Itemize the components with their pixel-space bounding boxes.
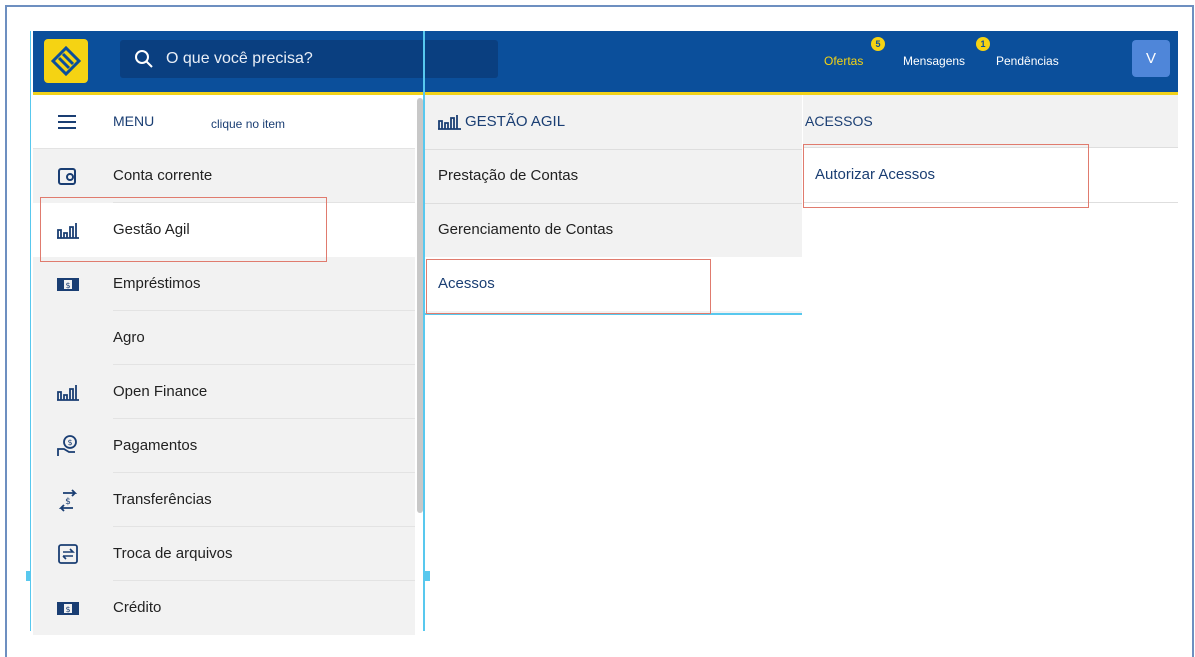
left-edge-line [30, 31, 31, 631]
avatar[interactable]: V [1132, 40, 1170, 77]
menu-item-label: Conta corrente [113, 167, 213, 184]
menu-item-label: Open Finance [113, 383, 208, 400]
highlight-box-acessos [426, 259, 711, 314]
menu-item-open-finance[interactable]: Open Finance [33, 365, 415, 419]
submenu-item-gerenciamento-de-contas[interactable]: Gerenciamento de Contas [425, 203, 802, 258]
nav-mensagens[interactable]: Mensagens [903, 54, 965, 68]
resize-handle[interactable] [425, 571, 430, 581]
nav-pendencias[interactable]: Pendências [996, 54, 1059, 68]
hand-coin-icon: $ [57, 435, 77, 456]
menu-item-agro[interactable]: Agro [33, 311, 415, 365]
search-field[interactable]: O que você precisa? [120, 40, 498, 78]
menu-item-pagamentos[interactable]: $ Pagamentos [33, 419, 415, 473]
money-icon: $ [57, 278, 79, 291]
svg-text:$: $ [65, 605, 70, 614]
menu-item-label: Agro [113, 329, 145, 346]
menu-item-transferencias[interactable]: $ Transferências [33, 473, 415, 527]
menu-item-emprestimos[interactable]: $ Empréstimos [33, 257, 415, 311]
transfer-icon: $ [58, 489, 78, 512]
bank-logo-icon[interactable] [44, 39, 88, 83]
search-icon [135, 50, 153, 68]
menu-item-label: Pagamentos [113, 437, 198, 454]
submenu-item-prestacao-de-contas[interactable]: Prestação de Contas [425, 149, 802, 204]
resize-handle[interactable] [26, 571, 31, 581]
ofertas-badge: 5 [871, 37, 885, 51]
bar-chart-icon [57, 385, 79, 401]
submenu-item-label: Gerenciamento de Contas [438, 221, 614, 238]
exchange-icon [58, 544, 78, 564]
menu-item-credito[interactable]: $ Crédito [33, 581, 415, 635]
highlight-box-autorizar-acessos [803, 144, 1089, 208]
search-placeholder: O que você precisa? [166, 50, 313, 67]
submenu-title: ACESSOS [805, 113, 873, 129]
menu-item-conta-corrente[interactable]: Conta corrente [33, 149, 415, 203]
pendencias-badge: 1 [976, 37, 990, 51]
menu-title: MENU [113, 113, 155, 129]
menu-item-label: Empréstimos [113, 275, 201, 292]
submenu-item-label: Prestação de Contas [438, 167, 579, 184]
svg-text:$: $ [65, 497, 71, 507]
menu-hint: clique no item [211, 117, 286, 131]
svg-text:$: $ [65, 281, 70, 290]
menu-item-label: Transferências [113, 491, 212, 508]
submenu-header: GESTÃO AGIL [425, 95, 802, 150]
svg-text:$: $ [67, 438, 72, 447]
hamburger-icon [58, 115, 76, 129]
menu-item-troca-de-arquivos[interactable]: Troca de arquivos [33, 527, 415, 581]
main-menu: MENU clique no item Conta corrente Gestã… [33, 95, 421, 635]
bar-chart-icon [438, 115, 461, 130]
nav-ofertas[interactable]: Ofertas [824, 54, 863, 68]
menu-item-label: Troca de arquivos [113, 545, 233, 562]
menu-item-label: Crédito [113, 599, 162, 616]
money-icon: $ [57, 602, 79, 615]
submenu-header: ACESSOS [803, 95, 1178, 148]
wallet-icon [58, 168, 76, 185]
highlight-box-gestao-agil [40, 197, 327, 262]
submenu-title: GESTÃO AGIL [465, 113, 566, 130]
menu-header[interactable]: MENU clique no item [33, 95, 415, 149]
